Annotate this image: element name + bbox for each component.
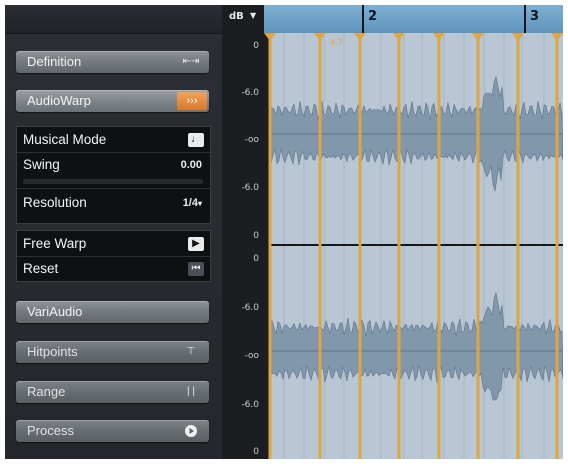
db-menu[interactable]: dB [229, 11, 244, 22]
scale-label: -6.0 [241, 88, 259, 98]
scale-label: -6.0 [241, 303, 259, 313]
audiowarp-label: AudioWarp [27, 93, 91, 108]
chevron-down-icon[interactable]: ▼ [250, 11, 256, 20]
warp-marker-line[interactable] [437, 33, 441, 459]
timeline-ruler[interactable]: 2 3 [264, 5, 563, 34]
scale-label: 0 [253, 254, 259, 264]
waveform-display[interactable]: 4.7 [264, 33, 563, 459]
resolution-label: Resolution [23, 195, 87, 210]
free-warp-panel: Free Warp ▶ Reset ⏮ [16, 230, 211, 282]
waveform-editor: dB ▼ 2 3 0 -6.0 -oo -6.0 0 0 -6.0 -oo -6… [222, 5, 563, 459]
free-warp-arrow-icon[interactable]: ▶ [188, 237, 204, 251]
level-scale-header: dB ▼ [222, 5, 264, 33]
play-circle-icon [180, 424, 202, 438]
hitpoints-label: Hitpoints [27, 344, 78, 359]
definition-section-button[interactable]: Definition ⇤⇥ [16, 51, 209, 73]
warp-marker-line[interactable] [476, 33, 480, 459]
scale-label: -6.0 [241, 400, 259, 410]
range-section-button[interactable]: Range | | [16, 381, 209, 403]
ruler-bar-line [524, 5, 526, 33]
warp-marker-line[interactable] [555, 33, 559, 459]
inspector-header [5, 5, 222, 34]
musical-note-icon[interactable]: ♩ [188, 133, 204, 147]
hitpoints-section-button[interactable]: Hitpoints ⊤ [16, 341, 209, 363]
resolution-value[interactable]: 1/4▾ [183, 191, 202, 216]
warp-tab-label: 4.7 [330, 38, 343, 47]
variaudio-label: VariAudio [27, 304, 83, 319]
warp-marker-line[interactable] [397, 33, 401, 459]
scale-label: 0 [253, 447, 259, 457]
warp-marker-line[interactable] [318, 33, 322, 459]
level-scale: 0 -6.0 -oo -6.0 0 0 -6.0 -oo -6.0 0 [222, 33, 264, 459]
scale-label: -6.0 [241, 183, 259, 193]
sample-editor-window: Definition ⇤⇥ AudioWarp ››› Musical Mode… [5, 5, 563, 459]
warp-marker-line[interactable] [268, 33, 272, 459]
free-warp-label: Free Warp [23, 236, 87, 251]
scale-label: 0 [253, 231, 259, 241]
warp-marker-line[interactable] [516, 33, 520, 459]
reset-row[interactable]: Reset ⏮ [17, 257, 210, 281]
swing-slider[interactable] [23, 179, 203, 184]
musical-mode-row[interactable]: Musical Mode ♩ [17, 128, 210, 152]
scale-label: -oo [244, 135, 259, 145]
reset-icon[interactable]: ⏮ [188, 262, 204, 276]
swing-label: Swing [23, 157, 60, 172]
hitpoints-icon: ⊤ [186, 346, 196, 357]
resolution-row[interactable]: Resolution 1/4▾ [17, 191, 210, 215]
divider [17, 188, 210, 189]
ruler-bar-number: 2 [368, 9, 378, 24]
variaudio-section-button[interactable]: VariAudio [16, 301, 209, 323]
ruler-bar-line [362, 5, 364, 33]
inspector-panel: Definition ⇤⇥ AudioWarp ››› Musical Mode… [5, 5, 222, 459]
range-label: Range [27, 384, 66, 399]
audiowarp-section-button[interactable]: AudioWarp ››› [16, 90, 209, 112]
swing-value[interactable]: 0.00 [181, 153, 202, 177]
audiowarp-settings-panel: Musical Mode ♩ Swing 0.00 Resolution 1/4… [16, 126, 211, 224]
definition-label: Definition [27, 54, 82, 69]
free-warp-row[interactable]: Free Warp ▶ [17, 232, 210, 256]
ruler-bar-number: 3 [530, 9, 540, 24]
process-label: Process [27, 423, 74, 438]
reset-label: Reset [23, 261, 59, 276]
definition-icon: ⇤⇥ [182, 56, 200, 67]
range-icon: | | [187, 386, 195, 397]
scale-label: 0 [253, 41, 259, 51]
process-section-button[interactable]: Process [16, 420, 209, 442]
scale-label: -oo [244, 351, 259, 361]
chevron-down-icon: ▾ [197, 199, 202, 208]
warp-marker-line[interactable] [358, 33, 362, 459]
swing-row[interactable]: Swing 0.00 [17, 153, 210, 177]
musical-mode-label: Musical Mode [23, 132, 107, 147]
audiowarp-icon: ››› [177, 92, 207, 110]
